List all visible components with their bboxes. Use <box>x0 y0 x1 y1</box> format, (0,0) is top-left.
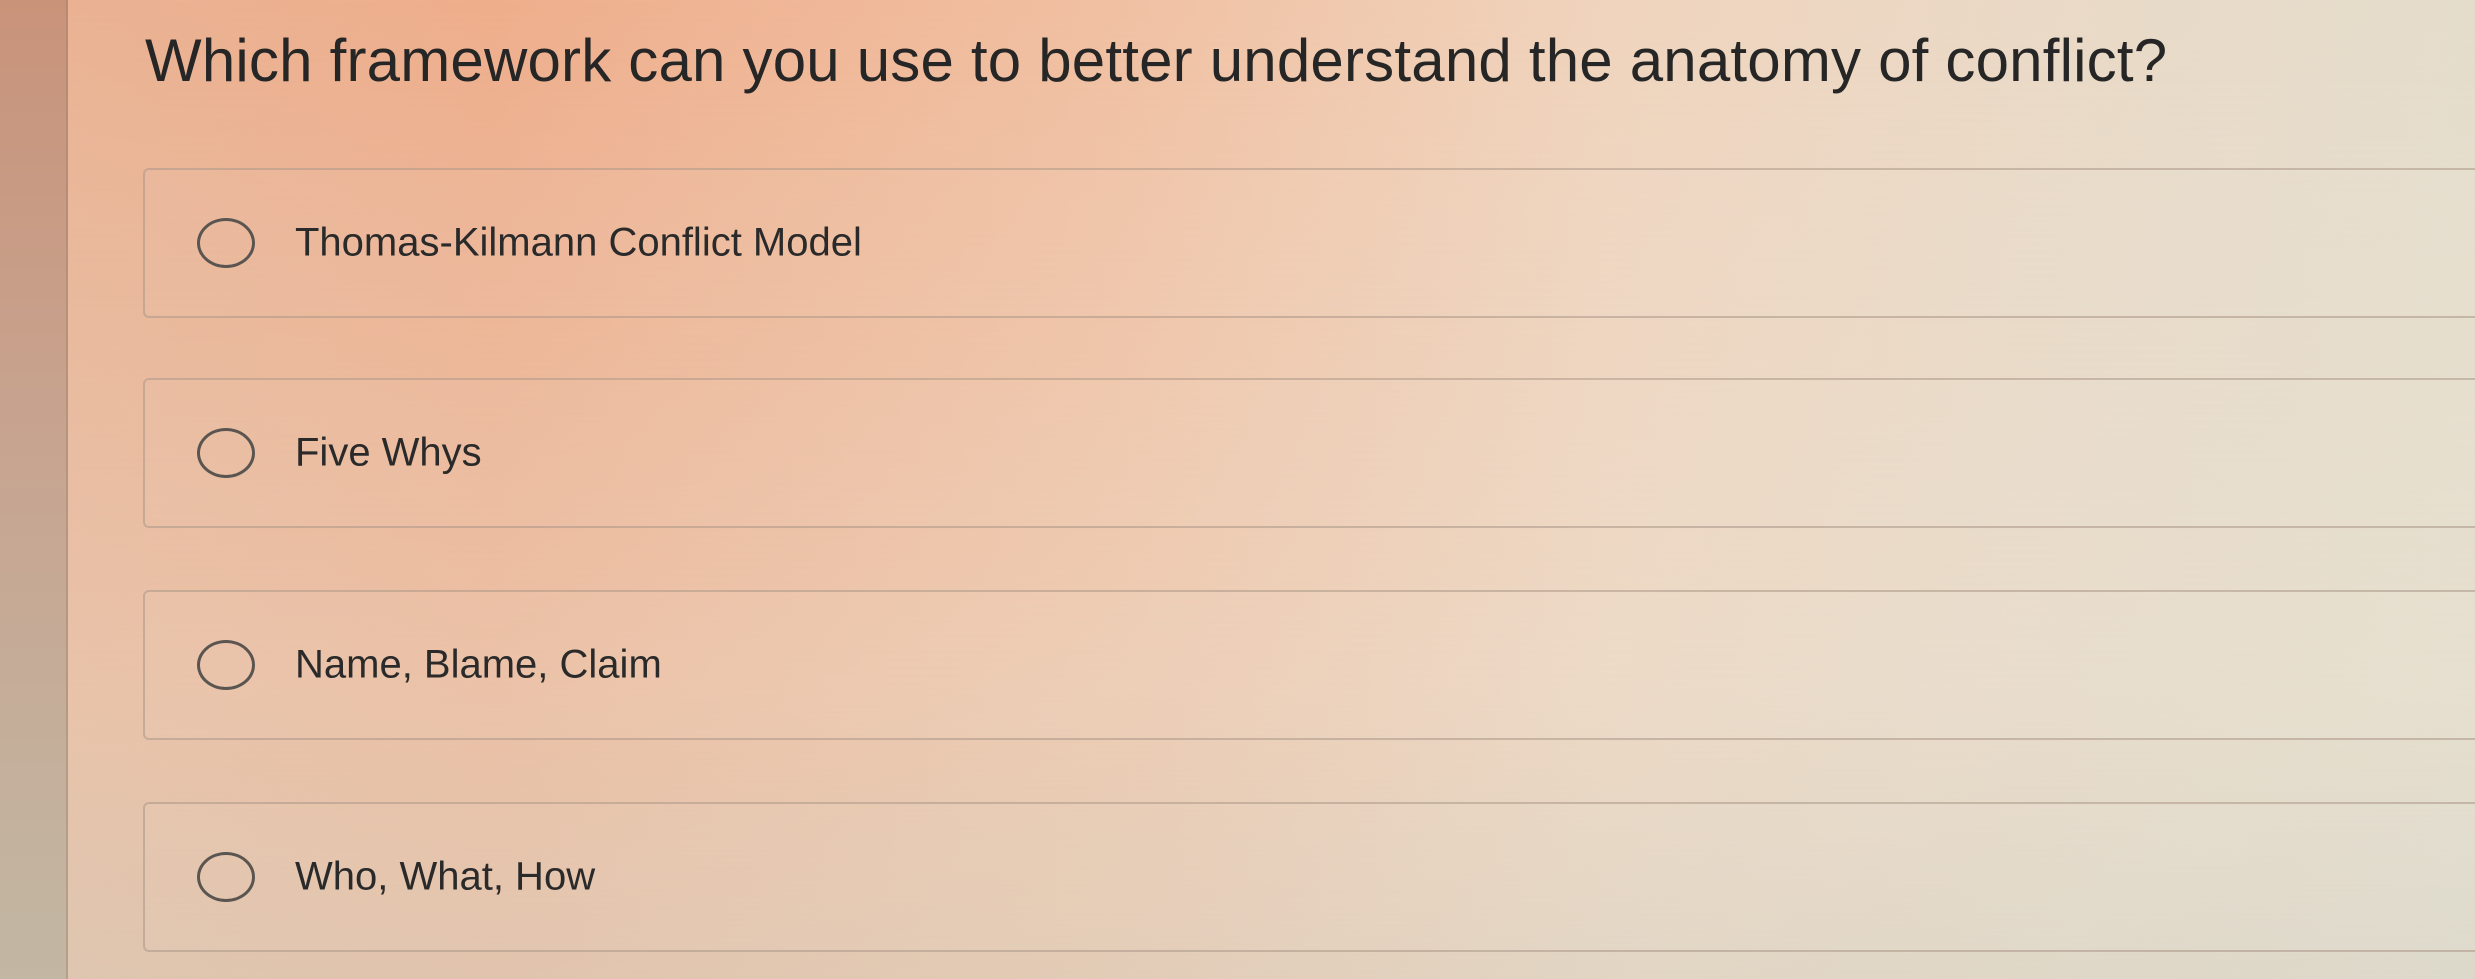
answer-option-label: Who, What, How <box>295 854 596 899</box>
question-text: Which framework can you use to better un… <box>145 27 2168 94</box>
radio-button[interactable] <box>197 428 255 478</box>
radio-button[interactable] <box>197 640 255 690</box>
radio-button[interactable] <box>197 218 255 268</box>
left-margin-strip <box>0 0 68 979</box>
answer-option-3[interactable]: Name, Blame, Claim <box>143 590 2475 740</box>
answer-option-2[interactable]: Five Whys <box>143 378 2475 528</box>
answer-option-label: Thomas-Kilmann Conflict Model <box>295 220 862 265</box>
answer-option-4[interactable]: Who, What, How <box>143 802 2475 952</box>
answer-option-label: Five Whys <box>295 430 482 475</box>
answer-option-1[interactable]: Thomas-Kilmann Conflict Model <box>143 168 2475 318</box>
answer-option-label: Name, Blame, Claim <box>295 642 662 687</box>
radio-button[interactable] <box>197 852 255 902</box>
